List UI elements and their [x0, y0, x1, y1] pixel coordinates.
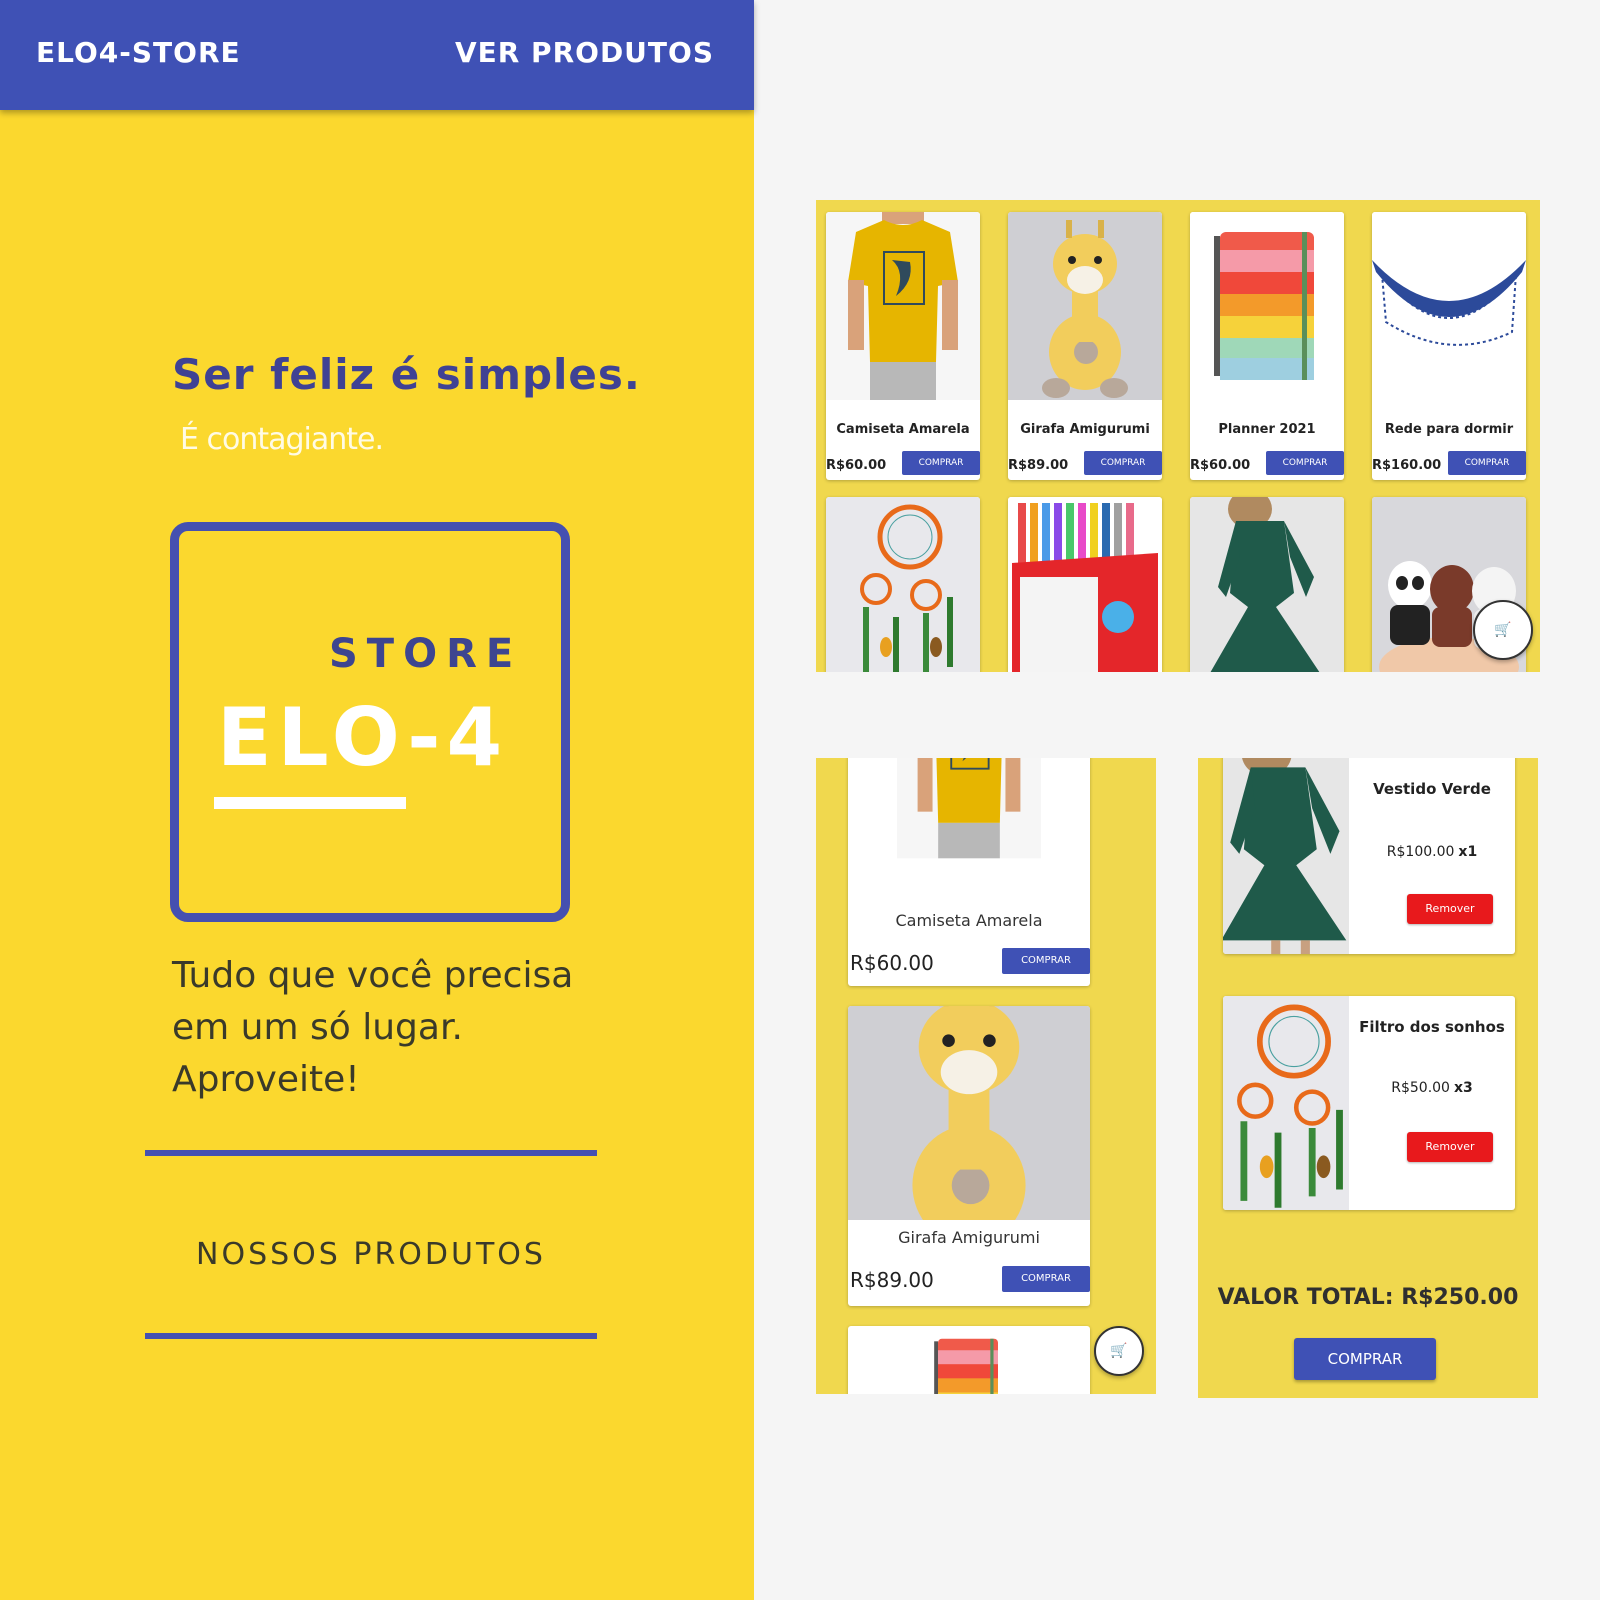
logo-name-text: ELO-4	[217, 691, 509, 784]
checkout-button[interactable]: COMPRAR	[1294, 1338, 1436, 1380]
landing-panel: ELO4-STORE VER PRODUTOS Ser feliz é simp…	[0, 0, 754, 1600]
product-price: R$60.00	[826, 458, 887, 473]
product-image-yellow-tshirt[interactable]	[880, 758, 1058, 900]
product-card	[1190, 497, 1344, 672]
product-image-green-dress[interactable]	[1190, 497, 1344, 672]
cart-fab-button[interactable]: 🛒	[1094, 1326, 1144, 1376]
cart-item-image-dreamcatcher	[1223, 996, 1349, 1210]
product-name: Camiseta Amarela	[836, 422, 970, 437]
hero-title: Ser feliz é simples.	[172, 350, 641, 399]
cart-item-price: R$50.00 x3	[1349, 1080, 1515, 1096]
product-card: Rede para dormir R$160.00 COMPRAR	[1372, 212, 1526, 480]
cart-item-name: Filtro dos sonhos	[1359, 1018, 1505, 1036]
tagline-line: em um só lugar.	[172, 1007, 463, 1048]
buy-button[interactable]: COMPRAR	[1002, 1266, 1090, 1292]
buy-button[interactable]: COMPRAR	[902, 451, 980, 475]
product-image-yellow-tshirt[interactable]	[826, 212, 980, 400]
buy-button[interactable]: COMPRAR	[1266, 451, 1344, 475]
tagline-line: Tudo que você precisa	[172, 955, 574, 996]
buy-button[interactable]: COMPRAR	[1084, 451, 1162, 475]
cart-item-image-green-dress	[1223, 758, 1349, 954]
product-card	[848, 1326, 1090, 1394]
product-image-giraffe-plush[interactable]	[848, 1006, 1090, 1220]
product-price: R$160.00	[1372, 458, 1442, 473]
cart-panel: Vestido Verde R$100.00 x1 Remover Filtro …	[1198, 758, 1538, 1398]
brand-logo-text[interactable]: ELO4-STORE	[36, 36, 241, 69]
product-card: Planner 2021 R$60.00 COMPRAR	[1190, 212, 1344, 480]
product-price: R$89.00	[1008, 458, 1069, 473]
product-image-planner[interactable]	[1190, 212, 1344, 400]
cart-icon: 🛒	[1494, 622, 1512, 638]
view-products-link[interactable]: VER PRODUTOS	[455, 36, 714, 69]
product-card	[1008, 497, 1162, 672]
product-card: Camiseta Amarela R$60.00 COMPRAR	[848, 758, 1090, 986]
top-app-bar: ELO4-STORE VER PRODUTOS	[0, 0, 754, 110]
product-grid-panel: Camiseta Amarela R$60.00 COMPRAR Girafa …	[816, 200, 1540, 672]
cart-item-price-value: R$100.00	[1386, 844, 1455, 860]
mobile-product-list-panel: Camiseta Amarela R$60.00 COMPRAR Girafa …	[816, 758, 1156, 1394]
product-image-giraffe-plush[interactable]	[1008, 212, 1162, 400]
cart-item-price: R$100.00 x1	[1349, 844, 1515, 860]
product-name: Planner 2021	[1218, 422, 1316, 437]
product-image-planner[interactable]	[878, 1326, 1058, 1394]
cart-fab-button[interactable]: 🛒	[1473, 600, 1533, 660]
our-products-button[interactable]: NOSSOS PRODUTOS	[145, 1237, 597, 1272]
cart-item-qty: x1	[1458, 844, 1478, 860]
store-logo: STORE ELO-4	[170, 522, 570, 922]
tagline-line: Aproveite!	[172, 1059, 360, 1100]
cart-item-name: Vestido Verde	[1373, 780, 1491, 798]
product-card	[826, 497, 980, 672]
product-image-hammock[interactable]	[1372, 212, 1526, 400]
cart-item: Filtro dos sonhos R$50.00 x3 Remover	[1223, 996, 1515, 1210]
product-price: R$60.00	[850, 951, 934, 975]
product-name: Rede para dormir	[1384, 422, 1514, 437]
remove-button[interactable]: Remover	[1407, 894, 1493, 924]
product-name: Girafa Amigurumi	[898, 1228, 1040, 1247]
product-image-markers[interactable]	[1008, 497, 1162, 672]
cart-item-price-value: R$50.00	[1391, 1080, 1450, 1096]
logo-underline	[214, 797, 406, 809]
cart-item-qty: x3	[1453, 1080, 1473, 1096]
product-card: Girafa Amigurumi R$89.00 COMPRAR	[1008, 212, 1162, 480]
remove-button[interactable]: Remover	[1407, 1132, 1493, 1162]
cart-item: Vestido Verde R$100.00 x1 Remover	[1223, 758, 1515, 954]
product-card: Camiseta Amarela R$60.00 COMPRAR	[826, 212, 980, 480]
product-image-dreamcatcher[interactable]	[826, 497, 980, 672]
product-card: Girafa Amigurumi R$89.00 COMPRAR	[848, 1006, 1090, 1306]
cart-total: VALOR TOTAL: R$250.00	[1217, 1285, 1519, 1310]
buy-button[interactable]: COMPRAR	[1448, 451, 1526, 475]
cart-icon: 🛒	[1110, 1343, 1128, 1359]
product-price: R$60.00	[1190, 458, 1251, 473]
divider-top	[145, 1150, 597, 1156]
product-name: Camiseta Amarela	[895, 911, 1043, 930]
logo-store-text: STORE	[329, 631, 523, 677]
divider-bottom	[145, 1333, 597, 1339]
hero-subtitle: É contagiante.	[180, 422, 384, 457]
buy-button[interactable]: COMPRAR	[1002, 948, 1090, 974]
product-name: Girafa Amigurumi	[1020, 422, 1150, 437]
hero-tagline: Tudo que você precisa em um só lugar. Ap…	[172, 950, 692, 1106]
product-price: R$89.00	[850, 1268, 934, 1292]
